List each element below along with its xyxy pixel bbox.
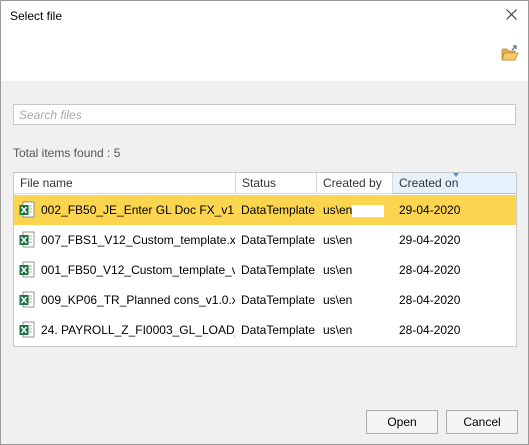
excel-file-icon — [19, 201, 35, 219]
file-name-cell: 002_FB50_JE_Enter GL Doc FX_v1.0.xlsx — [41, 203, 235, 217]
table-row[interactable]: 009_KP06_TR_Planned cons_v1.0.xlsx DataTe… — [14, 285, 516, 315]
column-header-created-by[interactable]: Created by — [317, 173, 393, 194]
created-on-cell: 28-04-2020 — [399, 323, 461, 337]
title-bar: Select file — [1, 1, 528, 31]
created-by-text: us\en — [323, 293, 353, 307]
created-on-cell: 28-04-2020 — [399, 263, 461, 277]
column-header-created-on-label: Created on — [399, 176, 459, 190]
redacted-block — [352, 204, 385, 217]
excel-file-icon — [19, 291, 35, 309]
created-by-cell: us\en — [323, 225, 391, 255]
created-by-text: us\en — [323, 203, 353, 217]
excel-file-icon — [19, 231, 35, 249]
created-by-text: us\en — [323, 233, 353, 247]
table-row[interactable]: 001_FB50_V12_Custom_template_v1.xlsx Data… — [14, 255, 516, 285]
created-on-cell: 29-04-2020 — [399, 233, 461, 247]
file-table: File name Status Created by Created on 0… — [13, 172, 517, 347]
status-cell: DataTemplate — [241, 293, 316, 307]
search-input[interactable]: Search files — [13, 104, 516, 125]
sort-descending-icon — [453, 173, 459, 177]
toolbar — [1, 31, 528, 81]
search-placeholder: Search files — [19, 108, 82, 122]
status-cell: DataTemplate — [241, 203, 316, 217]
column-header-file-name[interactable]: File name — [14, 173, 236, 194]
created-by-cell: us\en — [323, 285, 391, 315]
status-cell: DataTemplate — [241, 233, 316, 247]
file-name-cell: 009_KP06_TR_Planned cons_v1.0.xlsx — [41, 293, 235, 307]
column-header-created-on[interactable]: Created on — [393, 173, 516, 194]
open-folder-icon — [501, 45, 519, 66]
table-row[interactable]: 002_FB50_JE_Enter GL Doc FX_v1.0.xlsx Dat… — [14, 195, 516, 225]
created-on-cell: 28-04-2020 — [399, 293, 461, 307]
open-folder-button[interactable] — [501, 45, 519, 63]
excel-file-icon — [19, 261, 35, 279]
close-icon — [505, 9, 517, 23]
created-by-cell: us\en — [323, 195, 391, 225]
created-by-cell: us\en — [323, 315, 391, 345]
select-file-dialog: Select file Search files Total items fou… — [0, 0, 529, 445]
open-button[interactable]: Open — [366, 410, 438, 434]
column-header-status[interactable]: Status — [236, 173, 317, 194]
created-by-text: us\en — [323, 323, 353, 337]
close-button[interactable] — [499, 4, 523, 28]
total-items-label: Total items found : 5 — [13, 146, 121, 160]
file-name-cell: 007_FBS1_V12_Custom_template.xlsx — [41, 233, 235, 247]
table-row[interactable]: 24. PAYROLL_Z_FI0003_GL_LOAD_UPDATE DataT… — [14, 315, 516, 345]
excel-file-icon — [19, 321, 35, 339]
table-header: File name Status Created by Created on — [14, 173, 516, 194]
dialog-title: Select file — [10, 9, 63, 23]
created-by-text: us\en — [323, 263, 353, 277]
created-by-cell: us\en — [323, 255, 391, 285]
cancel-button[interactable]: Cancel — [446, 410, 518, 434]
status-cell: DataTemplate — [241, 263, 316, 277]
table-row[interactable]: 007_FBS1_V12_Custom_template.xlsx DataTem… — [14, 225, 516, 255]
file-name-cell: 001_FB50_V12_Custom_template_v1.xlsx — [41, 263, 235, 277]
created-on-cell: 29-04-2020 — [399, 203, 461, 217]
file-name-cell: 24. PAYROLL_Z_FI0003_GL_LOAD_UPDATE — [41, 323, 235, 337]
status-cell: DataTemplate — [241, 323, 316, 337]
